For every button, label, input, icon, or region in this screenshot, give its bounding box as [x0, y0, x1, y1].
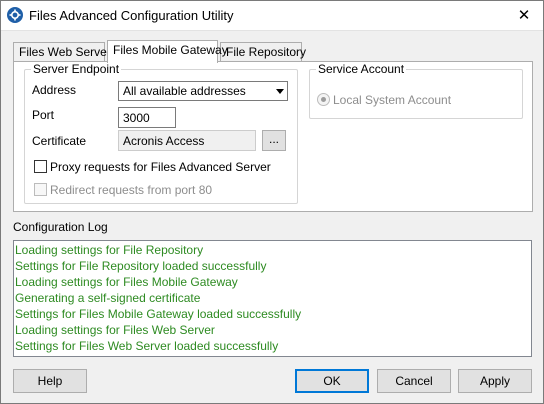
configuration-log-label: Configuration Log [13, 220, 108, 234]
proxy-checkbox[interactable] [34, 160, 47, 173]
certificate-field: Acronis Access [118, 130, 256, 151]
dropdown-arrow-icon [276, 89, 284, 94]
tab-file-repository[interactable]: File Repository [220, 42, 306, 62]
title-bar: Files Advanced Configuration Utility ✕ [1, 1, 543, 31]
log-line: Loading settings for Files Web Server [15, 323, 215, 337]
radio-selected-dot [321, 97, 326, 102]
log-line: Settings for Files Mobile Gateway loaded… [15, 307, 302, 321]
browse-certificate-button[interactable]: ... [262, 130, 286, 151]
help-button[interactable]: Help [13, 369, 87, 393]
local-system-account-label: Local System Account [333, 93, 452, 107]
log-line: Generating a self-signed certificate [15, 291, 201, 305]
redirect-port-80-checkbox[interactable] [34, 183, 47, 196]
log-line: Loading settings for Files Mobile Gatewa… [15, 275, 238, 289]
proxy-label[interactable]: Proxy requests for Files Advanced Server [50, 160, 271, 174]
window-title: Files Advanced Configuration Utility [29, 8, 234, 23]
configuration-log-box[interactable]: Loading settings for File Repository Sett… [13, 240, 532, 357]
ok-button[interactable]: OK [295, 369, 369, 393]
port-input[interactable]: 3000 [118, 107, 176, 128]
local-system-account-radio[interactable] [317, 93, 330, 106]
cancel-button[interactable]: Cancel [377, 369, 451, 393]
certificate-label: Certificate [32, 134, 87, 148]
mobile-gateway-panel: Server Endpoint Address All available ad… [13, 61, 533, 212]
address-dropdown[interactable]: All available addresses [118, 81, 288, 101]
redirect-port-80-label: Redirect requests from port 80 [50, 183, 213, 197]
port-label: Port [32, 108, 55, 122]
address-label: Address [32, 83, 77, 97]
log-line: Settings for Files Web Server loaded suc… [15, 339, 279, 353]
close-window-button[interactable]: ✕ [513, 5, 535, 27]
server-endpoint-legend: Server Endpoint [33, 62, 120, 76]
address-value: All available addresses [123, 84, 246, 98]
log-line: Settings for File Repository loaded succ… [15, 259, 267, 273]
service-account-legend: Service Account [318, 62, 405, 76]
tab-files-web-server[interactable]: Files Web Server [13, 42, 111, 62]
close-icon: ✕ [517, 7, 531, 24]
app-gear-icon [7, 7, 23, 23]
service-account-group: Service Account [309, 62, 523, 119]
config-utility-window: Files Advanced Configuration Utility ✕ F… [0, 0, 544, 404]
tab-files-mobile-gateway[interactable]: Files Mobile Gateway [107, 40, 228, 63]
apply-button[interactable]: Apply [458, 369, 532, 393]
log-line: Loading settings for File Repository [15, 243, 204, 257]
